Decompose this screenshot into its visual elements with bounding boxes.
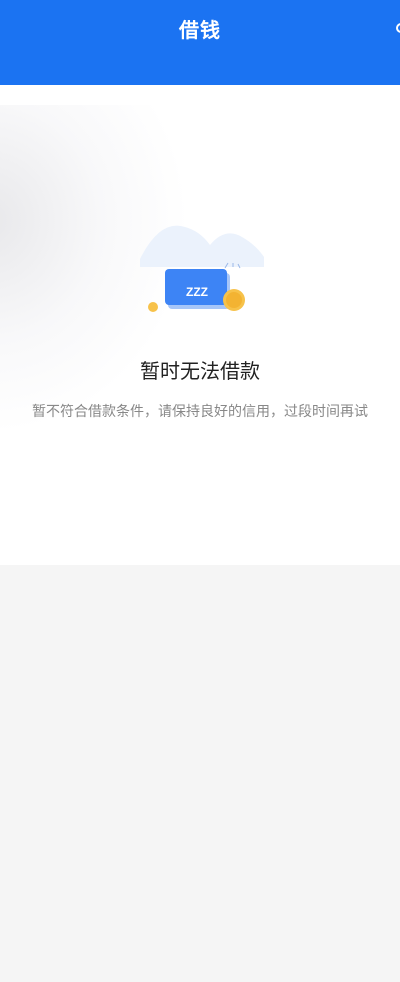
- coin-large-inner: [226, 292, 242, 308]
- page-title: 借钱: [179, 18, 221, 42]
- sleep-text: ZZZ: [186, 285, 208, 299]
- empty-state-panel: ZZZ 暂时无法借款 暂不符合借款条件，请保持良好的信用，过段时间再试: [0, 85, 400, 565]
- empty-state-subtitle: 暂不符合借款条件，请保持良好的信用，过段时间再试: [32, 404, 368, 420]
- sleeping-card-icon: ZZZ: [140, 225, 264, 312]
- coin-small: [148, 302, 158, 312]
- app-header: 借钱: [0, 0, 400, 85]
- more-icon[interactable]: [396, 23, 400, 33]
- mountain-illustration: [140, 225, 264, 267]
- page-background: [0, 565, 400, 982]
- empty-state-title: 暂时无法借款: [140, 359, 260, 383]
